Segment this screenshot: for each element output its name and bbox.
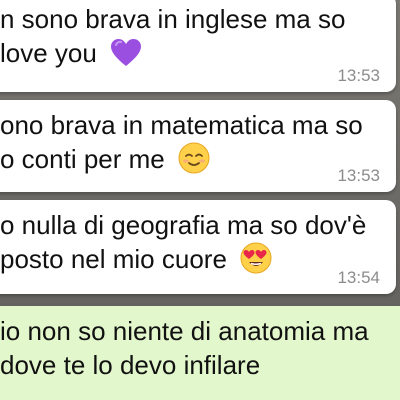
message-text: o conti per me [0, 144, 165, 174]
message-text-line: n sono brava in inglese ma so [0, 4, 346, 34]
relieved-face-icon [178, 142, 210, 182]
message-timestamp: 13:54 [337, 268, 380, 287]
chat-screen: n sono brava in inglese ma so love you 1… [0, 0, 400, 400]
message-text-line: io non so niente di anatomia ma [0, 316, 369, 346]
message-bubble[interactable]: o nulla di geografia ma so dov'è posto n… [0, 200, 396, 294]
message-bubble-outgoing[interactable]: io non so niente di anatomia ma dove te … [0, 306, 400, 400]
heart-eyes-face-icon [240, 242, 272, 282]
purple-heart-icon [110, 38, 142, 76]
message-bubble[interactable]: ono brava in matematica ma so o conti pe… [0, 100, 396, 192]
message-text-line: love you [0, 36, 382, 76]
message-timestamp: 13:53 [337, 166, 380, 185]
message-text-line: o conti per me [0, 142, 382, 182]
message-text-line: o nulla di geografia ma so dov'è [0, 210, 367, 240]
message-timestamp: 13:53 [337, 66, 380, 85]
message-text-line: posto nel mio cuore [0, 242, 382, 282]
message-text: love you [0, 38, 97, 68]
message-text-line: dove te lo devo infilare [0, 350, 261, 380]
message-text-line: ono brava in matematica ma so [0, 110, 363, 140]
message-bubble[interactable]: n sono brava in inglese ma so love you 1… [0, 0, 396, 92]
message-text: posto nel mio cuore [0, 244, 227, 274]
